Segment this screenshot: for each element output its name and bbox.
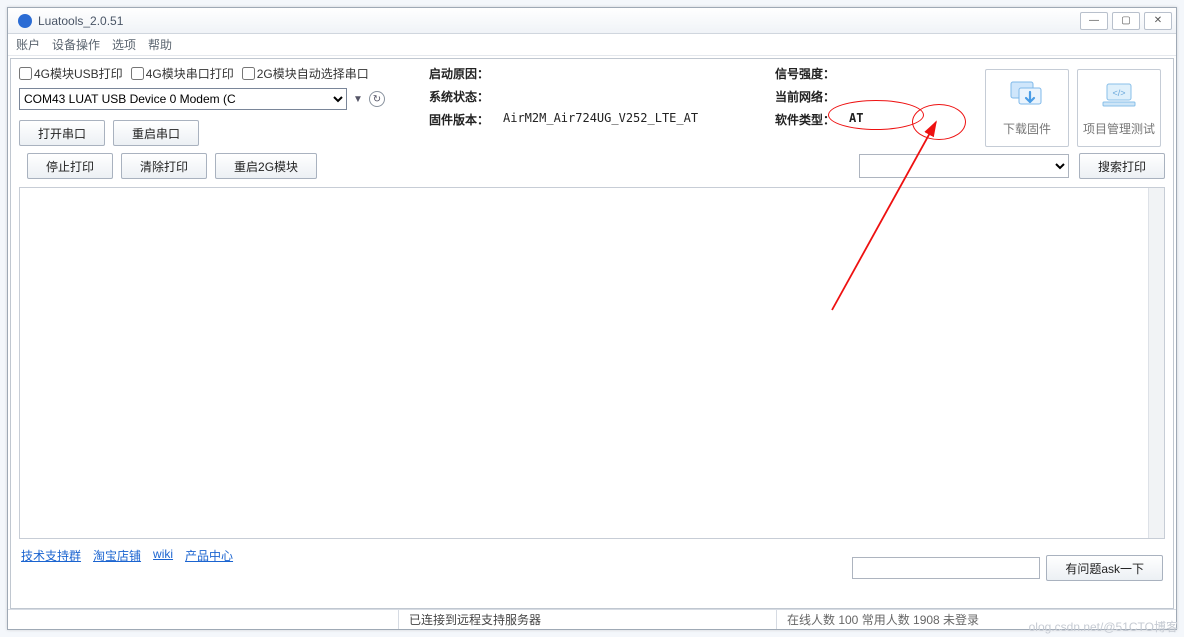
menu-help[interactable]: 帮助 (148, 36, 172, 53)
scrollbar[interactable] (1148, 188, 1164, 538)
open-port-button[interactable]: 打开串口 (19, 120, 105, 146)
com-port-select[interactable]: COM43 LUAT USB Device 0 Modem (C (19, 88, 347, 110)
checkbox-4g-usb[interactable]: 4G模块USB打印 (19, 65, 123, 82)
link-wiki[interactable]: wiki (153, 547, 173, 564)
menu-account[interactable]: 账户 (16, 36, 40, 53)
label-signal: 信号强度： (775, 65, 849, 82)
link-tech[interactable]: 技术支持群 (21, 547, 81, 564)
status-mid: 已连接到远程支持服务器 (398, 610, 776, 629)
label-swtype: 软件类型： (775, 111, 849, 128)
project-manage-button[interactable]: </> 项目管理测试 (1077, 69, 1161, 147)
checkbox-2g-auto[interactable]: 2G模块自动选择串口 (242, 65, 369, 82)
label-sys: 系统状态： (429, 88, 503, 105)
close-button[interactable]: ✕ (1144, 12, 1172, 30)
svg-text:</>: </> (1112, 88, 1125, 98)
clear-print-button[interactable]: 清除打印 (121, 153, 207, 179)
search-select[interactable] (859, 154, 1069, 178)
search-print-button[interactable]: 搜索打印 (1079, 153, 1165, 179)
reboot-2g-button[interactable]: 重启2G模块 (215, 153, 317, 179)
window-title: Luatools_2.0.51 (38, 14, 123, 28)
menu-device[interactable]: 设备操作 (52, 36, 100, 53)
minimize-button[interactable]: — (1080, 12, 1108, 30)
checkbox-4g-serial[interactable]: 4G模块串口打印 (131, 65, 234, 82)
download-firmware-button[interactable]: 下载固件 (985, 69, 1069, 147)
chevron-down-icon[interactable]: ▼ (353, 94, 363, 105)
log-textarea[interactable] (19, 187, 1165, 539)
download-icon (1007, 80, 1047, 114)
link-shop[interactable]: 淘宝店铺 (93, 547, 141, 564)
ask-button[interactable]: 有问题ask一下 (1046, 555, 1163, 581)
watermark: olog.csdn.net/@51CTO博客 (1029, 618, 1178, 635)
label-fw: 固件版本： (429, 111, 503, 128)
stop-print-button[interactable]: 停止打印 (27, 153, 113, 179)
value-swtype: AT (849, 111, 863, 128)
refresh-icon[interactable]: ↻ (369, 91, 385, 107)
link-prod[interactable]: 产品中心 (185, 547, 233, 564)
label-boot: 启动原因： (429, 65, 503, 82)
laptop-icon: </> (1099, 80, 1139, 114)
value-fw: AirM2M_Air724UG_V252_LTE_AT (503, 111, 698, 128)
maximize-button[interactable]: ▢ (1112, 12, 1140, 30)
status-bar: 已连接到远程支持服务器 在线人数 100 常用人数 1908 未登录 (8, 609, 1176, 629)
reboot-port-button[interactable]: 重启串口 (113, 120, 199, 146)
status-left (8, 610, 398, 629)
ask-input[interactable] (852, 557, 1040, 579)
app-icon (18, 14, 32, 28)
label-net: 当前网络： (775, 88, 849, 105)
menu-options[interactable]: 选项 (112, 36, 136, 53)
